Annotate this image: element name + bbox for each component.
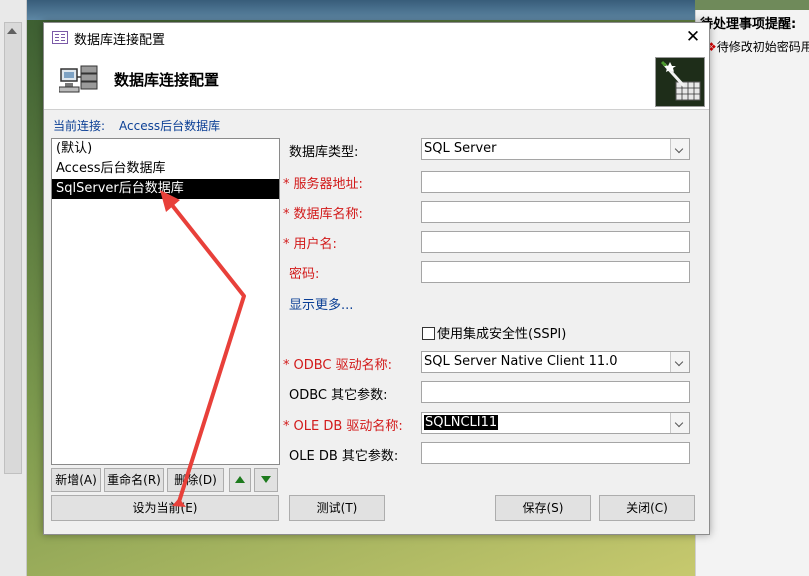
annotation-arrows [160, 190, 246, 507]
annotation-arrowhead-bottom [172, 498, 186, 507]
annotation-arrow-line [166, 198, 246, 506]
